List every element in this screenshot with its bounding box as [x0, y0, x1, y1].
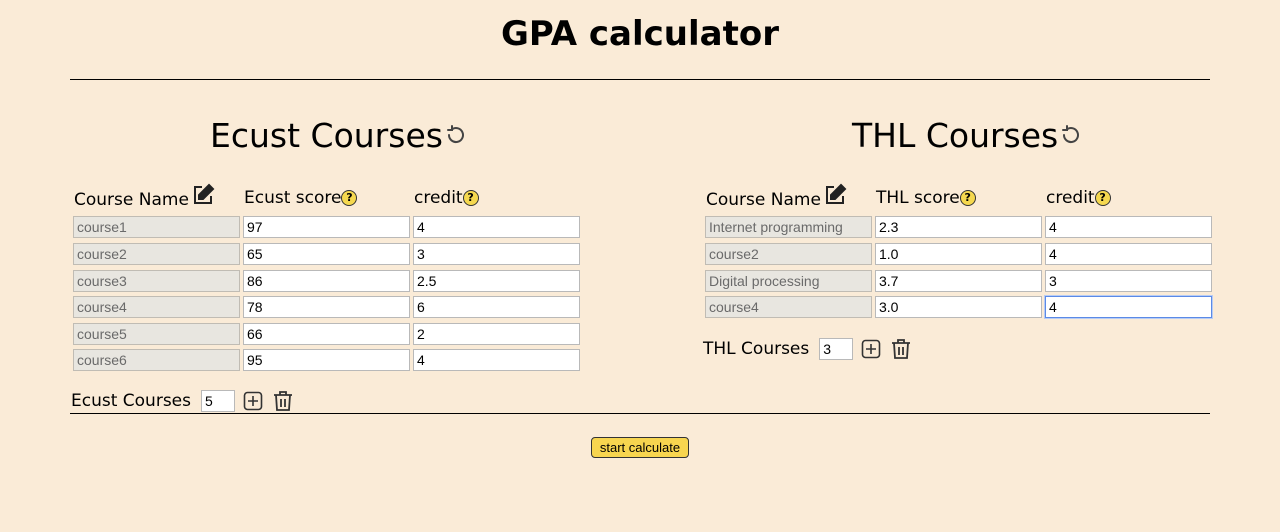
ecust-course-name-input[interactable]: [73, 270, 240, 292]
ecust-credit-input[interactable]: [413, 323, 580, 345]
thl-score-input[interactable]: [875, 296, 1042, 318]
ecust-course-name-input[interactable]: [73, 349, 240, 371]
ecust-col-name-label: Course Name: [74, 190, 189, 210]
thl-col-credit-label: credit: [1046, 188, 1095, 208]
ecust-trash-icon[interactable]: [271, 389, 295, 413]
ecust-credit-input[interactable]: [413, 296, 580, 318]
thl-credit-input[interactable]: [1045, 270, 1212, 292]
thl-score-input[interactable]: [875, 270, 1042, 292]
ecust-credit-input[interactable]: [413, 349, 580, 371]
ecust-course-name-input[interactable]: [73, 323, 240, 345]
thl-col-name: Course Name: [706, 183, 847, 210]
thl-score-input[interactable]: [875, 216, 1042, 238]
thl-score-help-icon[interactable]: ?: [959, 190, 976, 206]
ecust-count-input[interactable]: [201, 390, 235, 412]
thl-course-name-input[interactable]: [705, 216, 872, 238]
ecust-credit-input[interactable]: [413, 270, 580, 292]
thl-edit-icon[interactable]: [823, 183, 847, 207]
ecust-heading: Ecust Courses: [210, 116, 443, 155]
ecust-col-credit-label: credit: [414, 188, 463, 208]
thl-credit-help-icon[interactable]: ?: [1094, 190, 1111, 206]
ecust-course-name-input[interactable]: [73, 216, 240, 238]
ecust-score-input[interactable]: [243, 296, 410, 318]
thl-add-icon[interactable]: [861, 339, 881, 359]
thl-course-name-input[interactable]: [705, 270, 872, 292]
thl-section-title: THL Courses: [852, 116, 1083, 155]
ecust-course-name-input[interactable]: [73, 243, 240, 265]
thl-count-label: THL Courses: [703, 339, 810, 359]
ecust-section-title: Ecust Courses: [210, 116, 468, 155]
thl-col-name-label: Course Name: [706, 190, 821, 210]
thl-heading: THL Courses: [852, 116, 1059, 155]
thl-credit-input[interactable]: [1045, 296, 1212, 318]
ecust-score-input[interactable]: [243, 349, 410, 371]
ecust-col-credit: credit ?: [414, 188, 479, 208]
thl-reset-icon[interactable]: [1059, 123, 1083, 147]
thl-col-credit: credit ?: [1046, 188, 1111, 208]
thl-credit-input[interactable]: [1045, 216, 1212, 238]
thl-count-input[interactable]: [819, 338, 854, 360]
page-title: GPA calculator: [501, 14, 779, 54]
top-divider: [70, 79, 1210, 80]
ecust-credit-input[interactable]: [413, 216, 580, 238]
start-calculate-button[interactable]: start calculate: [591, 437, 689, 458]
ecust-credit-help-icon[interactable]: ?: [462, 190, 479, 206]
ecust-add-icon[interactable]: [243, 391, 263, 411]
bottom-divider: [70, 413, 1210, 414]
ecust-edit-icon[interactable]: [191, 183, 215, 207]
ecust-score-help-icon[interactable]: ?: [341, 190, 358, 206]
ecust-score-input[interactable]: [243, 323, 410, 345]
ecust-credit-input[interactable]: [413, 243, 580, 265]
thl-col-score: THL score ?: [876, 188, 976, 208]
thl-count-row: THL Courses: [703, 337, 913, 361]
ecust-reset-icon[interactable]: [444, 123, 468, 147]
ecust-count-label: Ecust Courses: [71, 391, 191, 411]
thl-course-name-input[interactable]: [705, 296, 872, 318]
ecust-col-name: Course Name: [74, 183, 215, 210]
ecust-score-input[interactable]: [243, 270, 410, 292]
ecust-course-name-input[interactable]: [73, 296, 240, 318]
thl-credit-input[interactable]: [1045, 243, 1212, 265]
ecust-score-input[interactable]: [243, 243, 410, 265]
thl-col-score-label: THL score: [876, 188, 960, 208]
ecust-count-row: Ecust Courses: [71, 389, 295, 413]
ecust-col-score-label: Ecust score: [244, 188, 342, 208]
thl-trash-icon[interactable]: [889, 337, 913, 361]
thl-score-input[interactable]: [875, 243, 1042, 265]
thl-course-name-input[interactable]: [705, 243, 872, 265]
ecust-score-input[interactable]: [243, 216, 410, 238]
ecust-col-score: Ecust score ?: [244, 188, 358, 208]
